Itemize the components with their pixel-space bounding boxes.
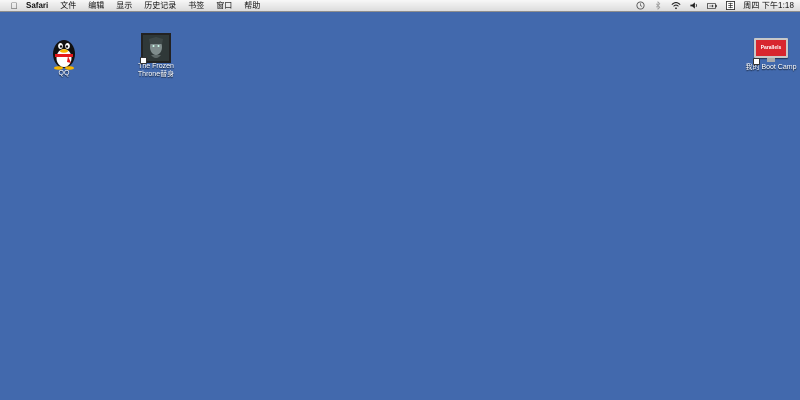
menu-bookmarks[interactable]: 书签	[182, 0, 210, 12]
parallels-logo: Parallels	[756, 40, 786, 56]
menu-bar:  Safari 文件 编辑 显示 历史记录 书签 窗口 帮助 周四 下午1:1…	[0, 0, 800, 12]
menu-edit[interactable]: 编辑	[82, 0, 110, 12]
status-area: 周四 下午1:18	[635, 0, 794, 11]
alias-arrow-icon	[753, 58, 760, 65]
desktop-icon-label: 我的 Boot Camp	[745, 64, 797, 71]
menu-app-safari[interactable]: Safari	[22, 0, 54, 12]
qq-penguin-icon	[49, 34, 79, 70]
wifi-icon[interactable]	[671, 1, 681, 10]
input-method-icon[interactable]	[725, 1, 735, 10]
alias-arrow-icon	[140, 57, 147, 64]
menu-view[interactable]: 显示	[110, 0, 138, 12]
desktop-icon-label: QQ	[58, 70, 70, 77]
menu-history[interactable]: 历史记录	[138, 0, 182, 12]
desktop-icon-frozen-throne[interactable]: The Frozen Throne替身	[124, 33, 188, 79]
menu-help[interactable]: 帮助	[238, 0, 266, 12]
apple-menu-icon[interactable]: 	[6, 0, 22, 12]
menu-window[interactable]: 窗口	[210, 0, 238, 12]
bluetooth-icon[interactable]	[653, 1, 663, 10]
menu-clock[interactable]: 周四 下午1:18	[743, 0, 794, 11]
time-machine-icon[interactable]	[635, 1, 645, 10]
battery-icon[interactable]	[707, 1, 717, 10]
desktop-icon-label: Throne替身	[137, 71, 175, 78]
frozen-throne-game-icon	[140, 33, 171, 64]
parallels-monitor-icon: Parallels	[753, 38, 788, 65]
desktop-icon-boot-camp[interactable]: Parallels 我的 Boot Camp	[742, 38, 800, 72]
volume-icon[interactable]	[689, 1, 699, 10]
monitor-stand	[767, 58, 775, 62]
desktop-icon-label: The Frozen	[138, 63, 174, 70]
desktop-icon-qq[interactable]: QQ	[44, 34, 84, 78]
menu-file[interactable]: 文件	[54, 0, 82, 12]
